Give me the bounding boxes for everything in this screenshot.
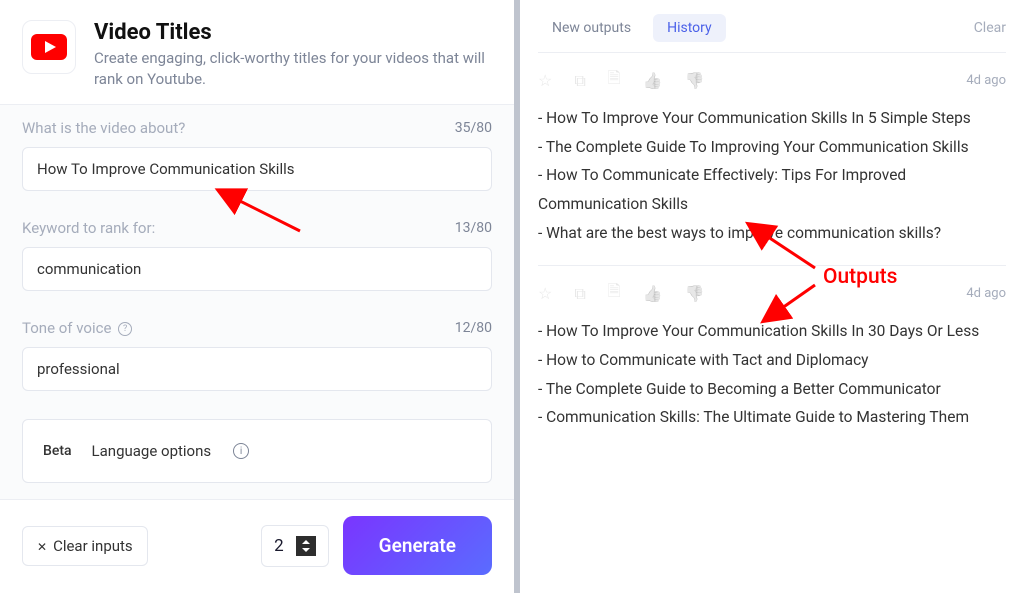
- thumbs-down-icon[interactable]: 👎: [685, 71, 705, 90]
- tone-label: Tone of voice ?: [22, 319, 132, 337]
- copy-icon[interactable]: ⧉: [574, 71, 585, 91]
- clear-outputs-link[interactable]: Clear: [974, 20, 1006, 36]
- clear-inputs-button[interactable]: Clear inputs: [22, 526, 148, 566]
- output-line: - How to Communicate with Tact and Diplo…: [538, 346, 1006, 375]
- quantity-stepper[interactable]: 2: [261, 525, 329, 567]
- field-about: What is the video about? 35/80: [22, 119, 492, 191]
- output-line: - How To Communicate Effectively: Tips F…: [538, 161, 1006, 218]
- generate-button[interactable]: Generate: [343, 516, 492, 575]
- field-tone: Tone of voice ? 12/80: [22, 319, 492, 391]
- close-icon: [37, 537, 47, 555]
- output-line: - What are the best ways to improve comm…: [538, 219, 1006, 248]
- star-icon[interactable]: ☆: [538, 71, 552, 90]
- output-timestamp: 4d ago: [966, 73, 1006, 88]
- page-title: Video Titles: [94, 20, 492, 45]
- output-line: - Communication Skills: The Ultimate Gui…: [538, 403, 1006, 432]
- help-icon[interactable]: ?: [118, 322, 132, 336]
- keyword-label: Keyword to rank for:: [22, 219, 155, 237]
- header: Video Titles Create engaging, click-wort…: [0, 0, 514, 105]
- star-icon[interactable]: ☆: [538, 284, 552, 303]
- thumbs-up-icon[interactable]: 👍: [643, 71, 663, 90]
- form-area: What is the video about? 35/80 Keyword t…: [0, 105, 514, 499]
- copy-icon[interactable]: ⧉: [574, 284, 585, 304]
- field-keyword: Keyword to rank for: 13/80: [22, 219, 492, 291]
- output-timestamp: 4d ago: [966, 286, 1006, 301]
- output-block[interactable]: ☆ ⧉ 🗎 👍 👎 4d ago - How To Improve Your Communi…: [538, 265, 1006, 450]
- language-options-card[interactable]: Beta Language options i: [22, 419, 492, 483]
- doc-icon[interactable]: 🗎: [608, 67, 621, 94]
- keyword-count: 13/80: [455, 220, 492, 236]
- language-label: Language options: [92, 442, 212, 460]
- doc-icon[interactable]: 🗎: [608, 280, 621, 307]
- about-input[interactable]: [22, 147, 492, 191]
- footer-bar: Clear inputs 2 Generate: [0, 499, 514, 593]
- output-block[interactable]: ☆ ⧉ 🗎 👍 👎 4d ago - How To Improve Your Communi…: [538, 52, 1006, 265]
- tab-new-outputs[interactable]: New outputs: [538, 14, 645, 42]
- page-subtitle: Create engaging, click-worthy titles for…: [94, 48, 492, 90]
- about-label: What is the video about?: [22, 119, 185, 137]
- youtube-icon: [31, 34, 67, 60]
- header-text: Video Titles Create engaging, click-wort…: [94, 20, 492, 90]
- youtube-logo-wrap: [22, 20, 76, 74]
- right-output-panel: New outputs History Clear ☆ ⧉ 🗎 👍 👎 4d ago - H…: [520, 0, 1024, 593]
- outputs-list: ☆ ⧉ 🗎 👍 👎 4d ago - How To Improve Your Communi…: [538, 52, 1006, 450]
- output-line: - How To Improve Your Communication Skil…: [538, 317, 1006, 346]
- thumbs-up-icon[interactable]: 👍: [643, 284, 663, 303]
- beta-badge: Beta: [43, 443, 72, 459]
- output-line: - The Complete Guide to Becoming a Bette…: [538, 375, 1006, 404]
- keyword-input[interactable]: [22, 247, 492, 291]
- stepper-icon[interactable]: [296, 536, 316, 556]
- info-icon[interactable]: i: [233, 443, 249, 459]
- thumbs-down-icon[interactable]: 👎: [685, 284, 705, 303]
- about-count: 35/80: [455, 120, 492, 136]
- output-line: - The Complete Guide To Improving Your C…: [538, 133, 1006, 162]
- tab-history[interactable]: History: [653, 14, 726, 42]
- left-input-panel: Video Titles Create engaging, click-wort…: [0, 0, 520, 593]
- output-tabs: New outputs History Clear: [538, 8, 1006, 52]
- tone-count: 12/80: [455, 320, 492, 336]
- tone-input[interactable]: [22, 347, 492, 391]
- output-line: - How To Improve Your Communication Skil…: [538, 104, 1006, 133]
